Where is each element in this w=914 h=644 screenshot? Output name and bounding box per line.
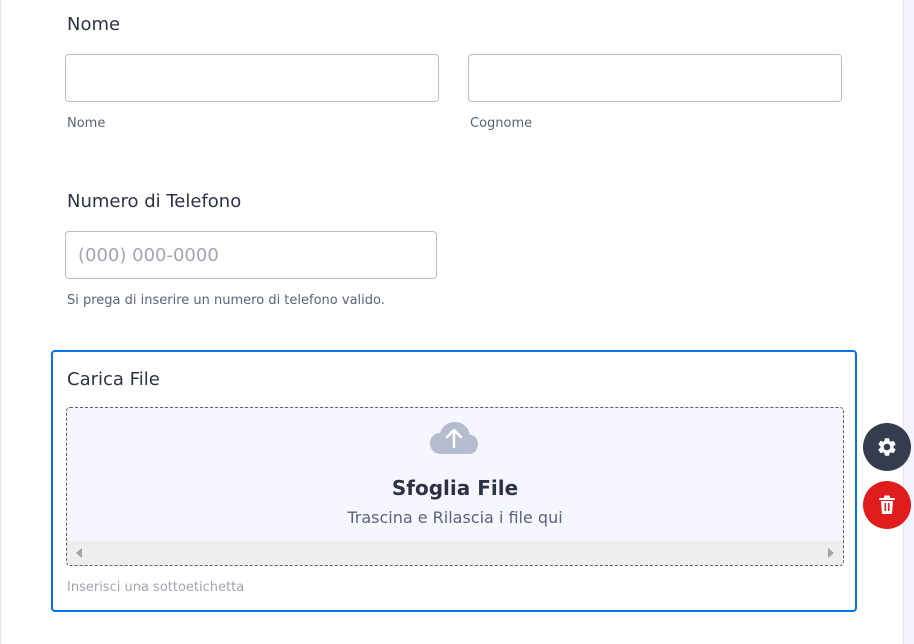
phone-question-label: Numero di Telefono <box>67 191 242 212</box>
first-name-sublabel: Nome <box>67 116 106 131</box>
upload-question-label: Carica File <box>67 369 160 390</box>
name-question-label: Nome <box>67 14 121 35</box>
field-settings-button[interactable] <box>863 423 911 471</box>
cloud-upload-icon <box>430 422 478 454</box>
delete-field-button[interactable] <box>863 481 911 529</box>
last-name-sublabel: Cognome <box>470 116 533 131</box>
horizontal-scrollbar[interactable] <box>67 541 843 565</box>
trash-icon <box>879 495 895 514</box>
phone-hint: Si prega di inserire un numero di telefo… <box>67 293 385 308</box>
gear-icon <box>878 438 896 456</box>
browse-files-title[interactable]: Sfoglia File <box>67 476 843 500</box>
upload-sublabel-placeholder[interactable]: Inserisci una sottoetichetta <box>67 580 244 595</box>
form-canvas: Nome Nome Cognome Numero di Telefono Si … <box>0 0 904 644</box>
file-upload-field[interactable]: Carica File Sfoglia File Trascina e Rila… <box>51 350 857 612</box>
phone-input[interactable] <box>65 231 437 279</box>
first-name-input[interactable] <box>65 54 439 102</box>
scroll-right-arrow-icon[interactable] <box>828 548 834 558</box>
scroll-left-arrow-icon[interactable] <box>76 548 82 558</box>
drag-drop-text: Trascina e Rilascia i file qui <box>347 508 563 527</box>
file-dropzone[interactable]: Sfoglia File Trascina e Rilascia i file … <box>66 407 844 566</box>
last-name-input[interactable] <box>468 54 842 102</box>
